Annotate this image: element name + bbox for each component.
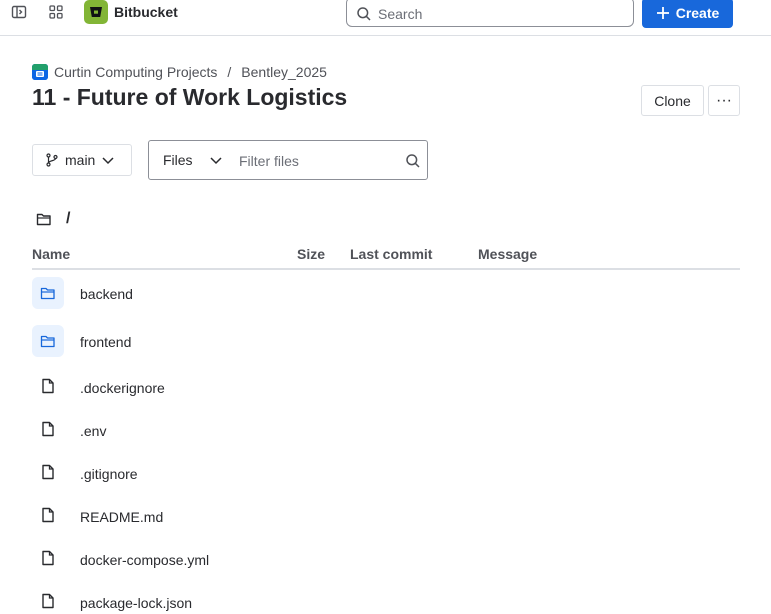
file-table-header: Name Size Last commit Message (32, 246, 740, 270)
folder-icon (36, 213, 51, 226)
current-path: / (36, 210, 70, 228)
file-name[interactable]: frontend (80, 334, 131, 350)
search-input[interactable]: Search (346, 0, 634, 27)
table-row[interactable]: .dockerignore (32, 373, 740, 416)
bitbucket-logo-icon[interactable] (84, 0, 108, 24)
app-switcher-icon[interactable] (46, 2, 66, 22)
breadcrumb: Curtin Computing Projects / Bentley_2025 (32, 64, 327, 80)
file-name[interactable]: .gitignore (80, 466, 138, 482)
filter-type-label: Files (163, 152, 193, 168)
file-icon (32, 542, 64, 574)
file-filter: Files (148, 140, 428, 180)
search-placeholder: Search (378, 6, 423, 22)
table-row[interactable]: .env (32, 416, 740, 459)
table-row[interactable]: README.md (32, 502, 740, 545)
chevron-down-icon (210, 157, 222, 165)
sidebar-toggle-icon[interactable] (9, 2, 29, 22)
file-icon (32, 456, 64, 488)
file-name[interactable]: .env (80, 423, 106, 439)
folder-icon (32, 277, 64, 309)
create-button[interactable]: Create (642, 0, 733, 28)
column-last-commit[interactable]: Last commit (350, 246, 432, 262)
path-text[interactable]: / (66, 210, 70, 228)
table-row[interactable]: package-lock.json (32, 588, 740, 614)
file-icon (32, 370, 64, 402)
search-icon[interactable] (405, 153, 421, 169)
product-name[interactable]: Bitbucket (114, 4, 178, 20)
file-name[interactable]: package-lock.json (80, 595, 192, 611)
more-actions-button[interactable]: ··· (708, 85, 740, 116)
filter-type-select[interactable]: Files (163, 152, 223, 168)
create-label: Create (675, 5, 720, 21)
file-name[interactable]: .dockerignore (80, 380, 165, 396)
file-name[interactable]: backend (80, 286, 133, 302)
breadcrumb-project[interactable]: Curtin Computing Projects (54, 64, 217, 80)
column-message[interactable]: Message (478, 246, 537, 262)
chevron-down-icon (102, 157, 114, 165)
breadcrumb-repository[interactable]: Bentley_2025 (241, 64, 327, 80)
search-icon (356, 6, 372, 22)
project-avatar-icon (32, 64, 48, 80)
table-row[interactable]: frontend (32, 325, 740, 368)
filter-files-input[interactable] (239, 150, 389, 172)
more-icon: ··· (716, 91, 732, 109)
breadcrumb-separator: / (227, 64, 232, 80)
folder-icon (32, 325, 64, 357)
top-navigation: Bitbucket Search Create (0, 0, 771, 36)
file-icon (32, 585, 64, 614)
branch-selector[interactable]: main (32, 144, 132, 176)
file-icon (32, 499, 64, 531)
branch-name: main (65, 152, 96, 168)
file-icon (32, 413, 64, 445)
table-row[interactable]: docker-compose.yml (32, 545, 740, 588)
table-row[interactable]: backend (32, 277, 740, 320)
plus-icon (656, 7, 669, 19)
column-name[interactable]: Name (32, 246, 70, 262)
clone-button[interactable]: Clone (641, 85, 704, 116)
file-name[interactable]: README.md (80, 509, 163, 525)
page-title: 11 - Future of Work Logistics (32, 84, 348, 110)
column-size[interactable]: Size (297, 246, 325, 262)
file-name[interactable]: docker-compose.yml (80, 552, 209, 568)
branch-icon (46, 153, 58, 167)
table-row[interactable]: .gitignore (32, 459, 740, 502)
